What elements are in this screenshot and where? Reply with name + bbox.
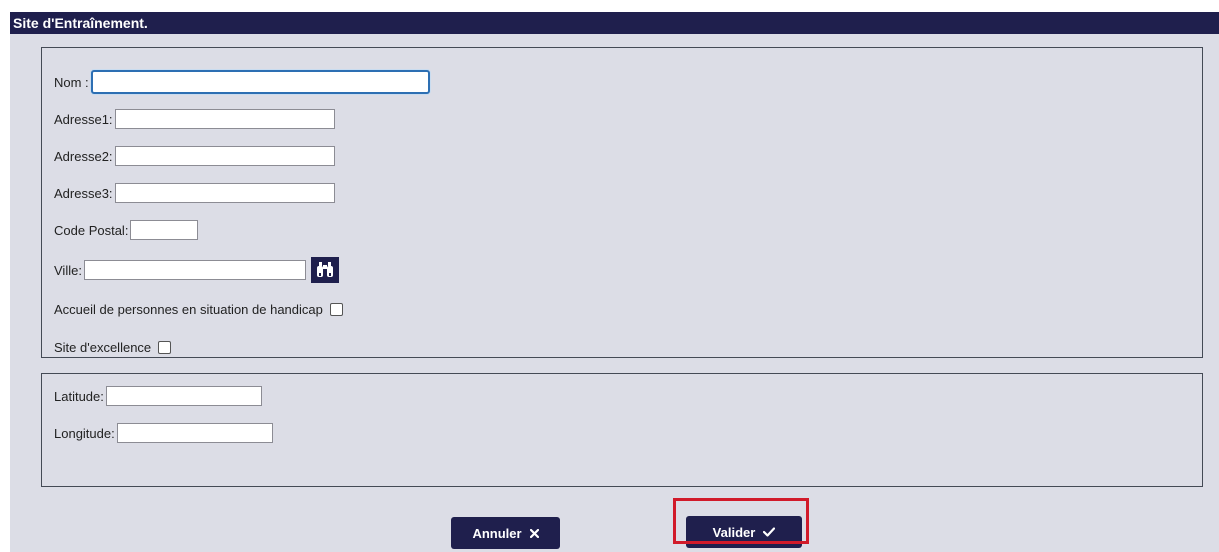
longitude-row: Longitude: <box>54 422 273 444</box>
ville-input[interactable] <box>83 260 306 280</box>
adresse3-row: Adresse3: <box>54 182 335 204</box>
page-title: Site d'Entraînement. <box>10 12 1219 34</box>
excellence-label: Site d'excellence <box>54 339 152 355</box>
nom-label: Nom : <box>54 74 89 90</box>
latitude-label: Latitude: <box>54 388 104 404</box>
excellence-row: Site d'excellence <box>54 336 172 358</box>
form-page: Site d'Entraînement. Nom : Adresse1: Adr… <box>10 12 1219 552</box>
adresse2-label: Adresse2: <box>54 148 113 164</box>
adresse3-input[interactable] <box>114 183 335 203</box>
cancel-label: Annuler <box>472 525 522 541</box>
ville-row: Ville: <box>54 257 339 283</box>
longitude-label: Longitude: <box>54 425 115 441</box>
adresse1-input[interactable] <box>114 109 335 129</box>
handicap-row: Accueil de personnes en situation de han… <box>54 298 343 320</box>
handicap-label: Accueil de personnes en situation de han… <box>54 301 323 317</box>
latitude-row: Latitude: <box>54 385 262 407</box>
adresse1-label: Adresse1: <box>54 111 113 127</box>
close-icon <box>529 528 539 538</box>
city-search-button[interactable] <box>310 257 339 283</box>
binoculars-icon <box>316 262 333 277</box>
handicap-checkbox[interactable] <box>329 302 343 316</box>
excellence-checkbox[interactable] <box>158 340 172 354</box>
code-postal-input[interactable] <box>130 220 199 240</box>
adresse1-row: Adresse1: <box>54 108 335 130</box>
longitude-input[interactable] <box>116 423 273 443</box>
ville-label: Ville: <box>54 262 82 278</box>
validate-highlight <box>673 498 809 544</box>
adresse3-label: Adresse3: <box>54 185 113 201</box>
nom-row: Nom : <box>54 70 430 94</box>
latitude-input[interactable] <box>105 386 262 406</box>
code-postal-row: Code Postal: <box>54 219 199 241</box>
nom-input[interactable] <box>90 70 430 94</box>
address-panel: Nom : Adresse1: Adresse2: Adresse3: Code… <box>41 47 1203 358</box>
adresse2-row: Adresse2: <box>54 145 335 167</box>
adresse2-input[interactable] <box>114 146 335 166</box>
code-postal-label: Code Postal: <box>54 222 129 238</box>
cancel-button[interactable]: Annuler <box>451 517 560 549</box>
coordinates-panel: Latitude: Longitude: <box>41 373 1203 487</box>
